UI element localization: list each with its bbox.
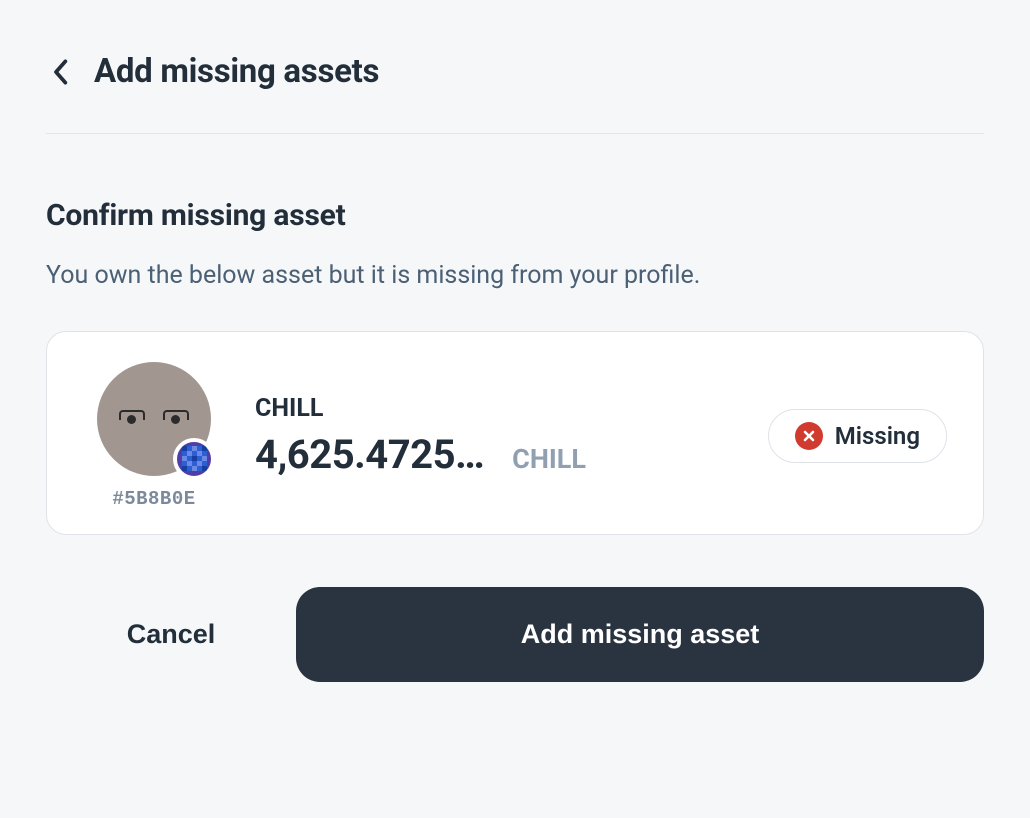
amount-row: 4,625.4725… CHILL xyxy=(255,431,724,478)
cancel-button[interactable]: Cancel xyxy=(46,619,296,650)
avatar-column: #5B8B0E xyxy=(97,362,211,510)
asset-amount: 4,625.4725… xyxy=(255,431,484,478)
section-subtitle: Confirm missing asset xyxy=(46,198,984,233)
avatar-hex-code: #5B8B0E xyxy=(112,488,195,510)
status-text: Missing xyxy=(835,422,920,450)
asset-name: CHILL xyxy=(255,394,724,423)
actions-row: Cancel Add missing asset xyxy=(46,587,984,682)
add-missing-asset-button[interactable]: Add missing asset xyxy=(296,587,984,682)
status-badge: Missing xyxy=(768,409,947,463)
asset-card: #5B8B0E CHILL 4,625.4725… CHILL Missing xyxy=(46,331,984,535)
asset-ticker: CHILL xyxy=(512,443,586,475)
asset-info: CHILL 4,625.4725… CHILL xyxy=(255,394,724,478)
section-description: You own the below asset but it is missin… xyxy=(46,259,984,293)
missing-icon xyxy=(795,422,823,450)
back-button[interactable] xyxy=(46,58,74,86)
avatar xyxy=(97,362,211,476)
chevron-left-icon xyxy=(52,58,68,86)
header: Add missing assets xyxy=(46,52,984,134)
chain-badge-icon xyxy=(173,438,215,480)
page-title: Add missing assets xyxy=(94,52,379,91)
content: Confirm missing asset You own the below … xyxy=(46,134,984,682)
